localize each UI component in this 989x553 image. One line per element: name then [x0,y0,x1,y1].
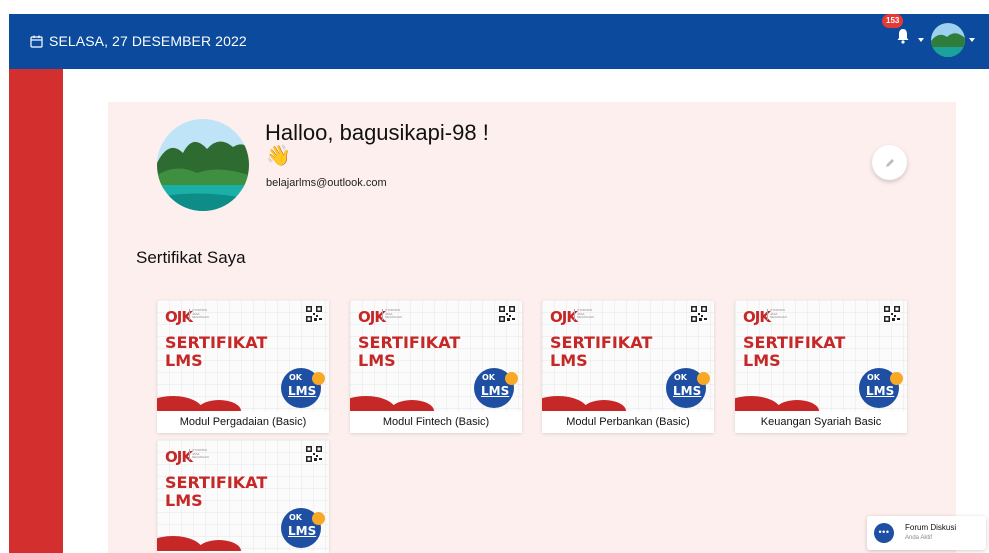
chat-bubble-icon: ••• [874,523,894,543]
certificate-caption: Modul Perbankan (Basic) [566,416,690,428]
certificate-heading-line2: LMS [358,351,396,370]
certificate-heading: SERTIFIKAT LMS [165,334,267,370]
ojk-logo-subtext: OTORITAS JASA KEUANGAN [382,308,402,320]
lms-badge-text: LMS [673,384,702,398]
chevron-down-icon[interactable] [918,38,924,42]
ojk-logo-subtext: OTORITAS JASA KEUANGAN [574,308,594,320]
forum-title: Forum Diskusi [905,523,957,532]
qr-code-icon [306,446,322,462]
certificate-heading: SERTIFIKAT LMS [743,334,845,370]
ojk-logo: OJK [165,448,193,466]
certificate-card[interactable]: OJK OTORITAS JASA KEUANGAN SERTIFIKAT LM… [157,300,329,433]
profile-photo [157,119,249,211]
certificate-heading-line1: SERTIFIKAT [358,333,461,352]
profile-avatar [157,119,249,211]
decor-shape [157,536,203,551]
qr-code-icon [306,306,322,322]
decor-shape [157,396,203,411]
lms-badge-logo: OK [482,373,495,382]
lms-badge-logo: OK [289,513,302,522]
decor-shape [197,400,241,411]
lms-badge-logo: OK [674,373,687,382]
certificate-heading-line2: LMS [165,351,203,370]
decor-shape [582,400,626,411]
certificate-thumbnail: OJK OTORITAS JASA KEUANGAN SERTIFIKAT LM… [735,300,907,411]
lms-badge-text: LMS [481,384,510,398]
user-avatar-menu[interactable] [931,23,965,57]
date-display: SELASA, 27 DESEMBER 2022 [30,33,247,49]
certificate-caption: Keuangan Syariah Basic [760,416,882,428]
avatar-image [931,23,965,57]
decor-shape [542,396,588,411]
lms-badge-text: LMS [288,524,317,538]
bell-icon [897,29,909,44]
ojk-logo: OJK [358,308,386,326]
certificate-heading-line2: LMS [743,351,781,370]
decor-shape [775,400,819,411]
certificate-caption: Modul Pergadaian (Basic) [179,416,307,428]
forum-status: Anda Aktif [905,535,933,541]
certificate-heading-line1: SERTIFIKAT [743,333,846,352]
certificate-card[interactable]: OJK OTORITAS JASA KEUANGAN SERTIFIKAT LM… [350,300,522,433]
ojk-logo-subtext: OTORITAS JASA KEUANGAN [767,308,787,320]
certificate-caption: Modul Fintech (Basic) [382,416,490,428]
qr-code-icon [884,306,900,322]
qr-code-icon [499,306,515,322]
pencil-icon [885,158,894,167]
certificate-heading: SERTIFIKAT LMS [165,474,267,510]
lms-badge-dot [505,372,518,385]
certificate-heading-line2: LMS [165,491,203,510]
lms-badge-text: LMS [866,384,895,398]
section-title-certificates: Sertifikat Saya [136,248,246,267]
decor-shape [735,396,781,411]
ojk-logo-subtext: OTORITAS JASA KEUANGAN [189,308,209,320]
user-email: belajarlms@outlook.com [266,177,387,189]
decor-shape [390,400,434,411]
ojk-logo: OJK [165,308,193,326]
certificate-heading-line2: LMS [550,351,588,370]
lms-badge-logo: OK [289,373,302,382]
lms-badge-logo: OK [867,373,880,382]
certificate-heading-line1: SERTIFIKAT [165,473,268,492]
decor-shape [350,396,396,411]
calendar-icon [30,35,43,48]
lms-badge-text: LMS [288,384,317,398]
certificate-card[interactable]: OJK OTORITAS JASA KEUANGAN SERTIFIKAT LM… [157,440,329,553]
edit-profile-button[interactable] [872,145,907,180]
ojk-logo: OJK [550,308,578,326]
certificate-thumbnail: OJK OTORITAS JASA KEUANGAN SERTIFIKAT LM… [157,440,329,551]
page: SELASA, 27 DESEMBER 2022 153 Halloo, bag… [0,0,989,553]
date-text: SELASA, 27 DESEMBER 2022 [49,33,247,49]
certificate-card[interactable]: OJK OTORITAS JASA KEUANGAN SERTIFIKAT LM… [542,300,714,433]
certificate-heading: SERTIFIKAT LMS [550,334,652,370]
certificate-thumbnail: OJK OTORITAS JASA KEUANGAN SERTIFIKAT LM… [157,300,329,411]
ojk-logo-subtext: OTORITAS JASA KEUANGAN [189,448,209,460]
certificate-thumbnail: OJK OTORITAS JASA KEUANGAN SERTIFIKAT LM… [350,300,522,411]
qr-code-icon [691,306,707,322]
chevron-down-icon[interactable] [969,38,975,42]
certificate-heading-line1: SERTIFIKAT [550,333,653,352]
ojk-logo: OJK [743,308,771,326]
lms-badge-dot [312,372,325,385]
wave-emoji: 👋 [266,145,291,167]
lms-badge-dot [697,372,710,385]
decor-shape [197,540,241,551]
lms-badge-dot [890,372,903,385]
certificate-card[interactable]: OJK OTORITAS JASA KEUANGAN SERTIFIKAT LM… [735,300,907,433]
certificate-heading-line1: SERTIFIKAT [165,333,268,352]
forum-chat-widget[interactable]: ••• Forum Diskusi Anda Aktif [867,516,986,550]
sidebar [9,69,63,553]
notification-button[interactable]: 153 [882,14,916,44]
certificate-heading: SERTIFIKAT LMS [358,334,460,370]
certificate-thumbnail: OJK OTORITAS JASA KEUANGAN SERTIFIKAT LM… [542,300,714,411]
top-navbar: SELASA, 27 DESEMBER 2022 [9,14,989,69]
greeting-title: Halloo, bagusikapi-98 ! [265,120,489,145]
lms-badge-dot [312,512,325,525]
notification-badge: 153 [882,14,904,28]
